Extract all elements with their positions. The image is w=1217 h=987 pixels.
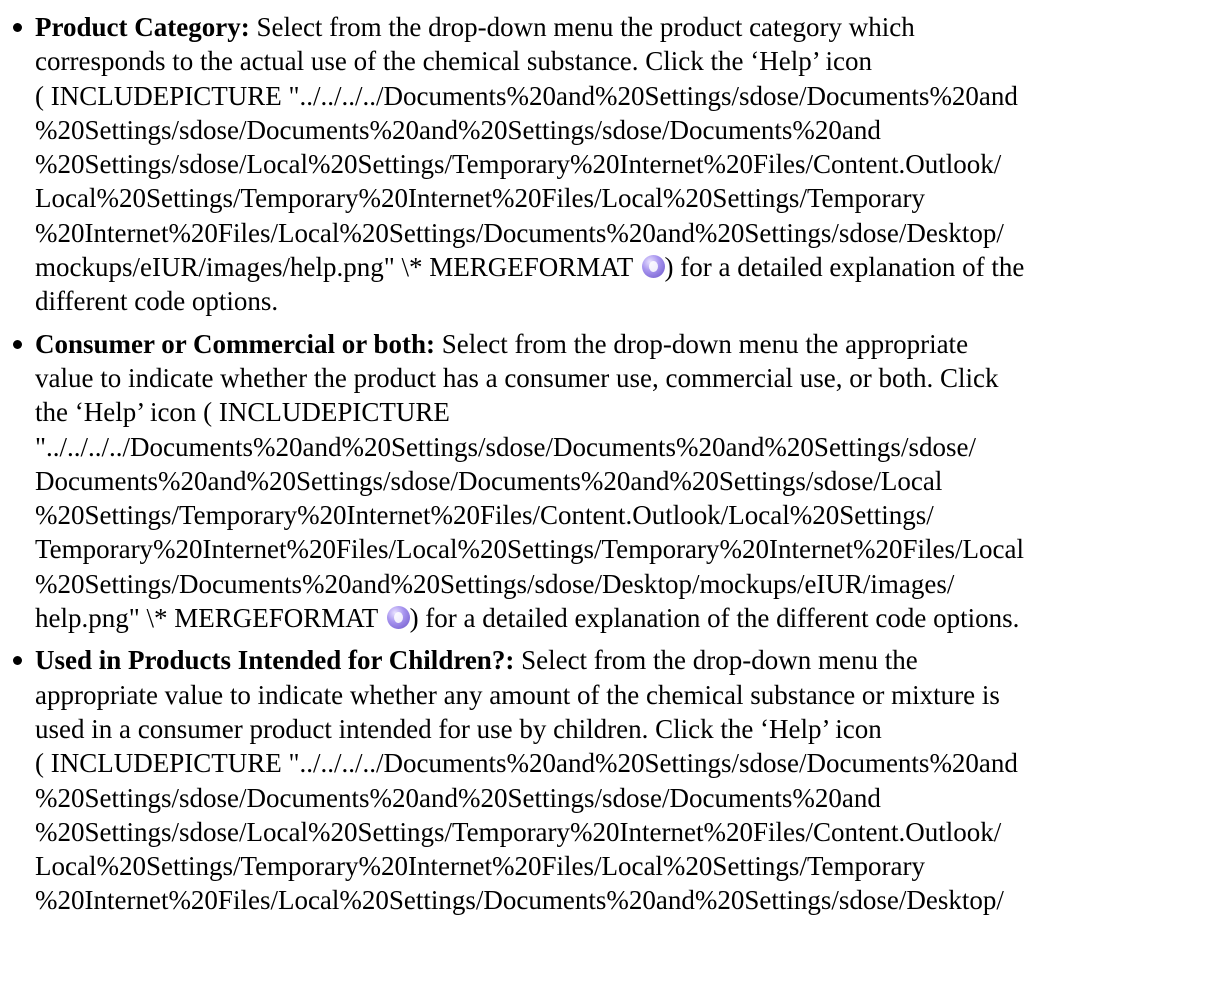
item-text: Local%20Settings/Temporary%20Internet%20… (35, 183, 925, 214)
item-text: %20Settings/Documents%20and%20Settings/s… (35, 568, 955, 599)
item-term: Consumer or Commercial or both: (35, 328, 435, 359)
help-icon[interactable] (386, 606, 410, 630)
item-text: Documents%20and%20Settings/sdose/Documen… (35, 465, 943, 496)
item-text: %20Settings/sdose/Local%20Settings/Tempo… (35, 816, 1002, 847)
list-item-children-products: Used in Products Intended for Children?:… (0, 643, 1217, 917)
help-icon[interactable] (641, 255, 665, 279)
bullet-icon (13, 339, 22, 349)
item-icon-line: help.png" \* MERGEFORMAT ) for a detaile… (35, 601, 1217, 635)
item-text: %20Internet%20Files/Local%20Settings/Doc… (35, 885, 1004, 916)
item-text: ) for a detailed explanation of the (664, 252, 1025, 283)
item-text: %20Internet%20Files/Local%20Settings/Doc… (35, 217, 1004, 248)
item-text: mockups/eIUR/images/help.png" \* MERGEFO… (35, 252, 640, 283)
item-text: appropriate value to indicate whether an… (35, 679, 1000, 710)
item-icon-line: mockups/eIUR/images/help.png" \* MERGEFO… (35, 250, 1217, 284)
item-term: Product Category: (35, 12, 250, 42)
item-text: value to indicate whether the product ha… (35, 362, 999, 393)
item-first-line: Product Category: Select from the drop-d… (35, 10, 1217, 44)
item-text: %20Settings/sdose/Documents%20and%20Sett… (35, 114, 881, 145)
list-item-product-category: Product Category: Select from the drop-d… (0, 10, 1217, 319)
item-text: corresponds to the actual use of the che… (35, 46, 872, 77)
item-text: different code options. (35, 286, 279, 317)
item-text: ) for a detailed explanation of the diff… (409, 603, 1020, 634)
item-text: ( INCLUDEPICTURE "../../../../Documents%… (35, 748, 1018, 779)
item-text: %20Settings/sdose/Documents%20and%20Sett… (35, 782, 881, 813)
item-first-line: Used in Products Intended for Children?:… (35, 643, 1217, 677)
item-term: Used in Products Intended for Children?: (35, 645, 515, 676)
item-text: %20Settings/sdose/Local%20Settings/Tempo… (35, 149, 1002, 180)
item-text: Select from the drop-down menu the appro… (434, 328, 969, 359)
item-text: the ‘Help’ icon ( INCLUDEPICTURE (35, 397, 450, 428)
item-text: Temporary%20Internet%20Files/Local%20Set… (35, 534, 1024, 565)
document-page: Product Category: Select from the drop-d… (0, 0, 1217, 987)
item-text: Select from the drop-down menu the (514, 645, 918, 676)
item-text: help.png" \* MERGEFORMAT (35, 603, 385, 634)
bullet-icon (13, 23, 22, 32)
list-item-consumer-commercial: Consumer or Commercial or both: Select f… (0, 327, 1217, 636)
item-text: Select from the drop-down menu the produ… (249, 12, 915, 42)
item-text: ( INCLUDEPICTURE "../../../../Documents%… (35, 80, 1018, 111)
item-text: used in a consumer product intended for … (35, 713, 882, 744)
bullet-icon (13, 656, 22, 666)
item-first-line: Consumer or Commercial or both: Select f… (35, 327, 1217, 361)
item-text: %20Settings/Temporary%20Internet%20Files… (35, 500, 934, 531)
item-text: Local%20Settings/Temporary%20Internet%20… (35, 851, 925, 882)
bullet-list: Product Category: Select from the drop-d… (0, 10, 1217, 918)
item-text: "../../../../Documents%20and%20Settings/… (35, 431, 976, 462)
